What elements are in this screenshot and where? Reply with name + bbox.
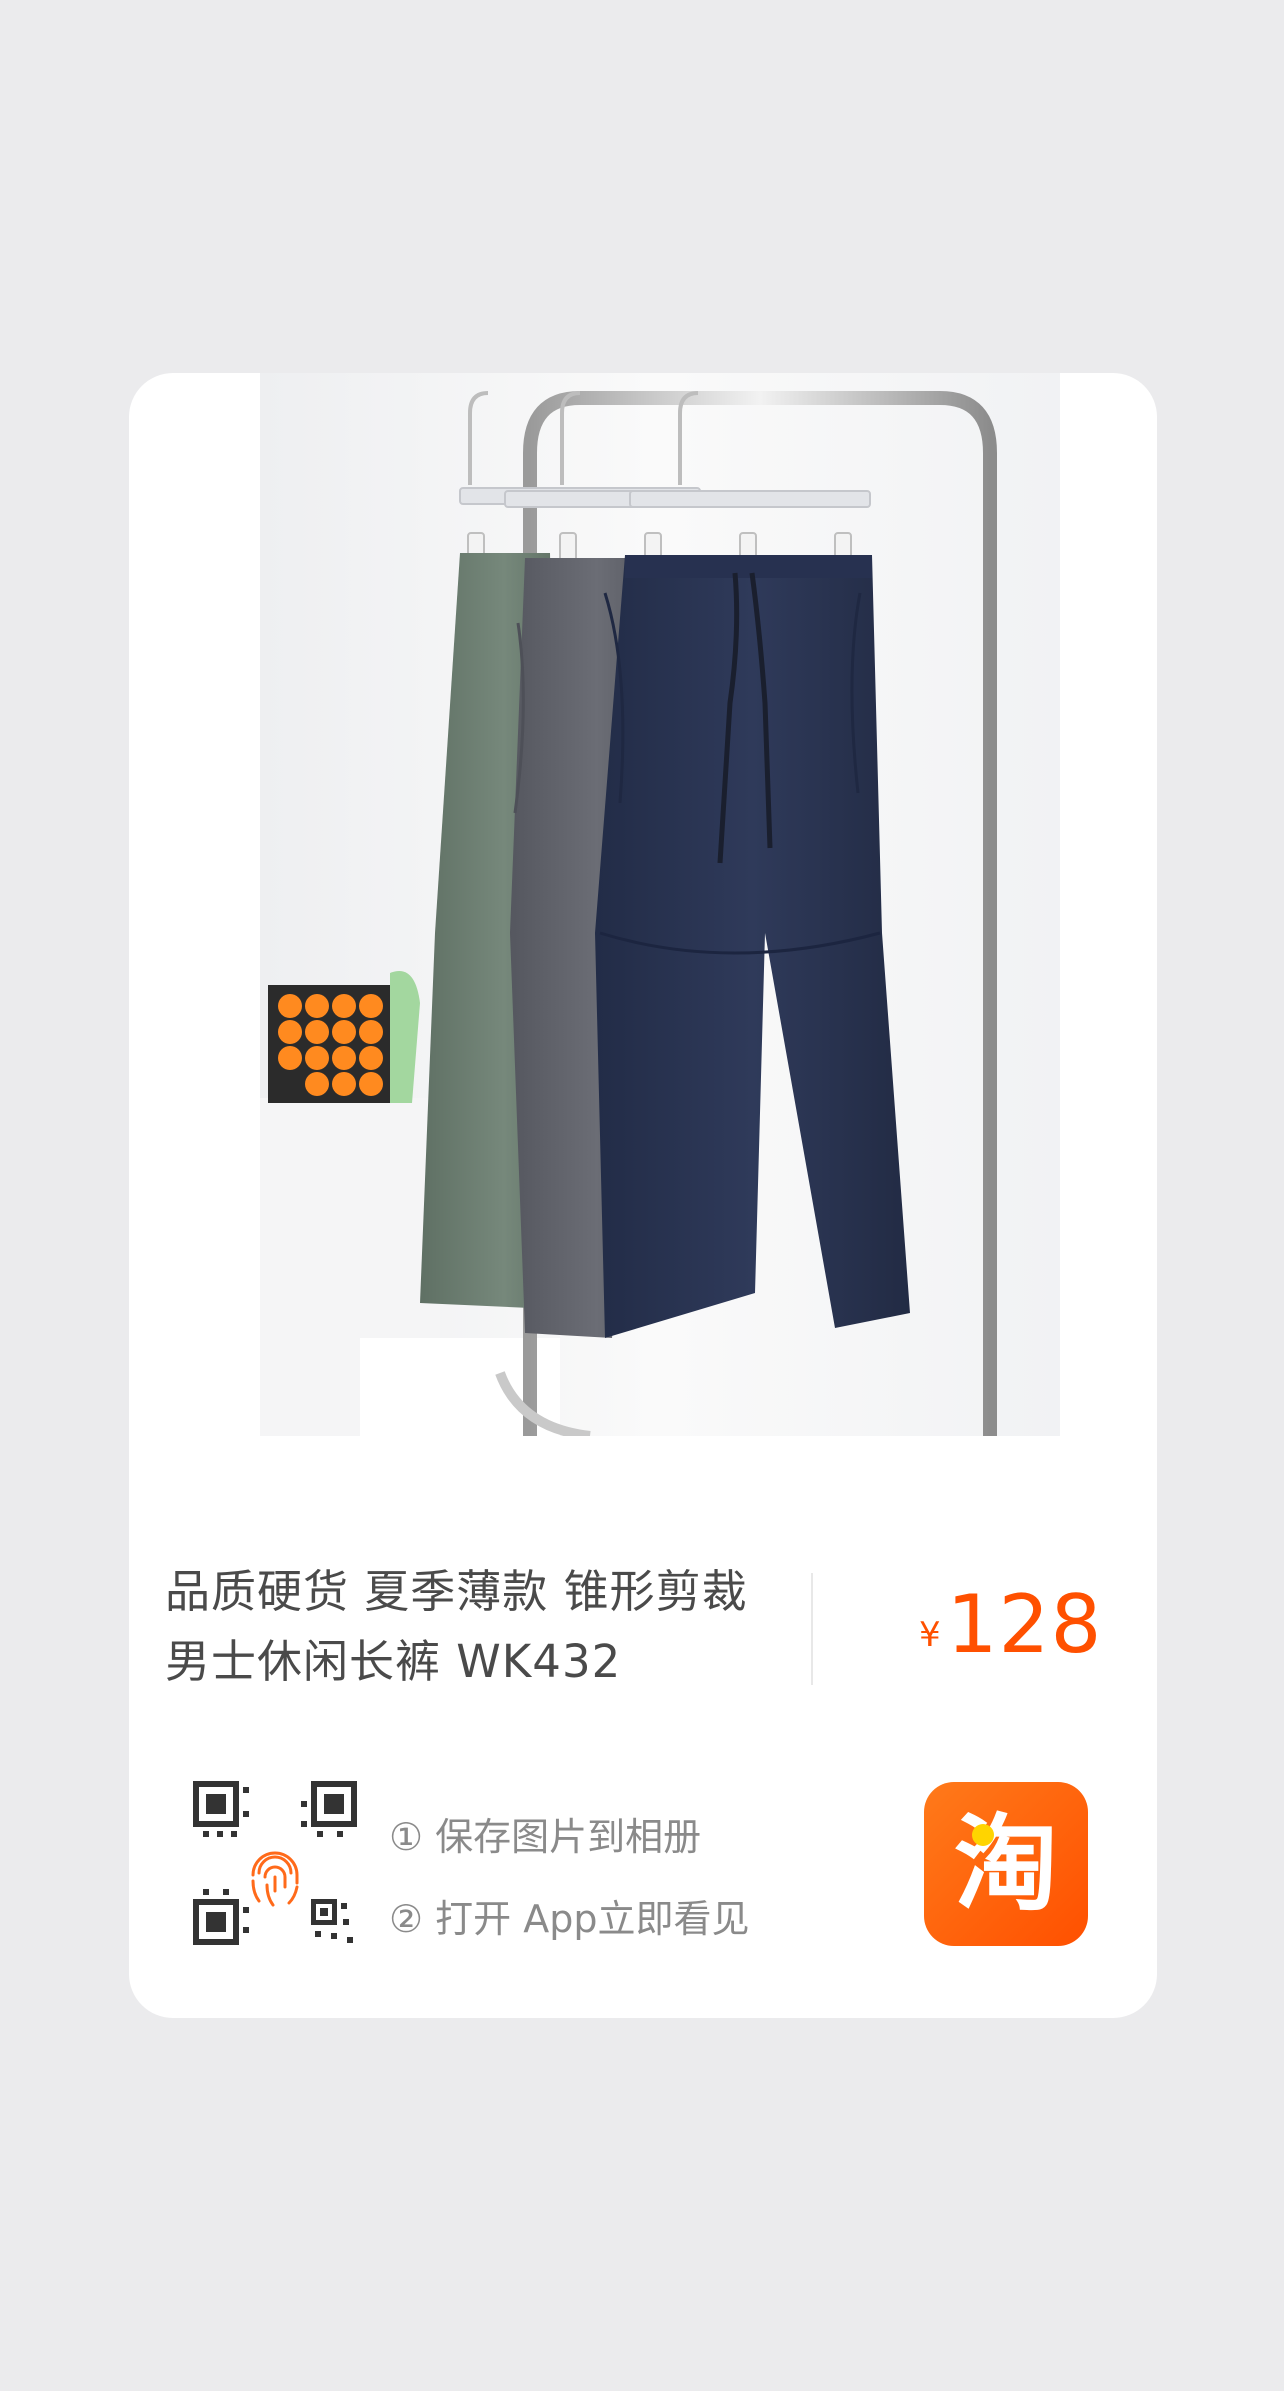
price-amount: 128: [946, 1578, 1103, 1671]
product-price: ¥128: [919, 1578, 1102, 1671]
app-icon-dot: [972, 1824, 994, 1846]
taobao-app-icon[interactable]: 淘: [924, 1782, 1088, 1946]
product-title: 品质硬货 夏季薄款 锥形剪裁 男士休闲长裤 WK432: [165, 1565, 748, 1688]
app-icon-glyph: 淘: [953, 1803, 1058, 1925]
share-card: 品质硬货 夏季薄款 锥形剪裁 男士休闲长裤 WK432 ¥128 ① 保存图片到…: [129, 373, 1157, 2018]
step-open-app: ② 打开 App立即看见: [389, 1897, 750, 1941]
instructions: ① 保存图片到相册 ② 打开 App立即看见: [389, 1796, 749, 1960]
divider: [811, 1573, 813, 1685]
currency-symbol: ¥: [919, 1615, 941, 1655]
step-save-image: ① 保存图片到相册: [389, 1815, 702, 1859]
product-image[interactable]: [260, 373, 1060, 1436]
qr-scan-fingerprint-icon: [193, 1781, 357, 1945]
